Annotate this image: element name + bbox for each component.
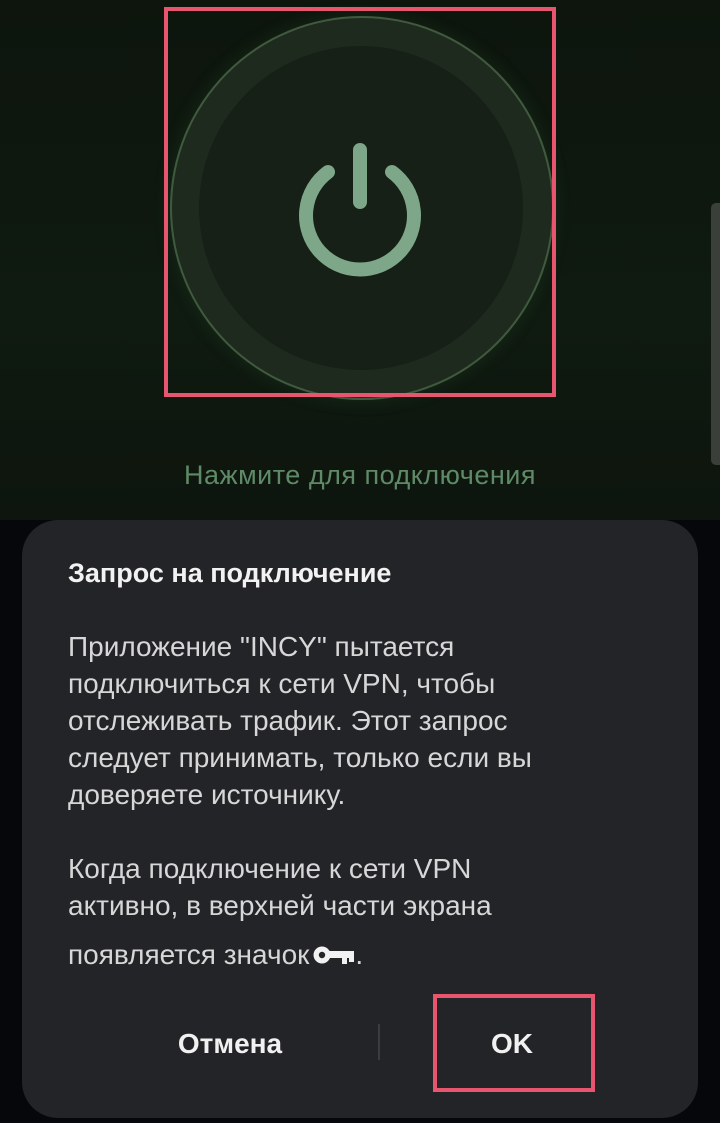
dialog-paragraph-1: Приложение "INCY" пытается подключиться … [68,628,668,813]
power-button-highlight [164,7,556,397]
paragraph-line: Приложение "INCY" пытается [68,631,455,662]
paragraph-line: доверяете источнику. [68,779,346,810]
ok-button-highlight [433,994,595,1092]
paragraph-end-period: . [355,939,364,970]
key-icon [313,946,355,964]
paragraph-last-line-text: появляется значок [68,939,310,970]
cancel-button[interactable]: Отмена [118,996,342,1092]
dialog-title: Запрос на подключение [68,558,392,588]
paragraph-line: Когда подключение к сети VPN [68,853,472,884]
paragraph-line: подключиться к сети VPN, чтобы [68,668,496,699]
paragraph-line: следует принимать, только если вы [68,742,532,773]
vpn-connection-dialog: Запрос на подключение Приложение "INCY" … [22,520,698,1118]
scrollbar[interactable] [711,203,720,465]
connect-hint-text: Нажмите для подключения [184,460,536,490]
paragraph-line: активно, в верхней части экрана [68,890,492,921]
paragraph-line: отслеживать трафик. Этот запрос [68,705,508,736]
dialog-body: Приложение "INCY" пытается подключиться … [68,628,668,973]
dialog-paragraph-2: Когда подключение к сети VPN активно, в … [68,850,668,973]
button-divider [378,1024,380,1060]
paragraph-line: появляется значок . [68,936,363,973]
